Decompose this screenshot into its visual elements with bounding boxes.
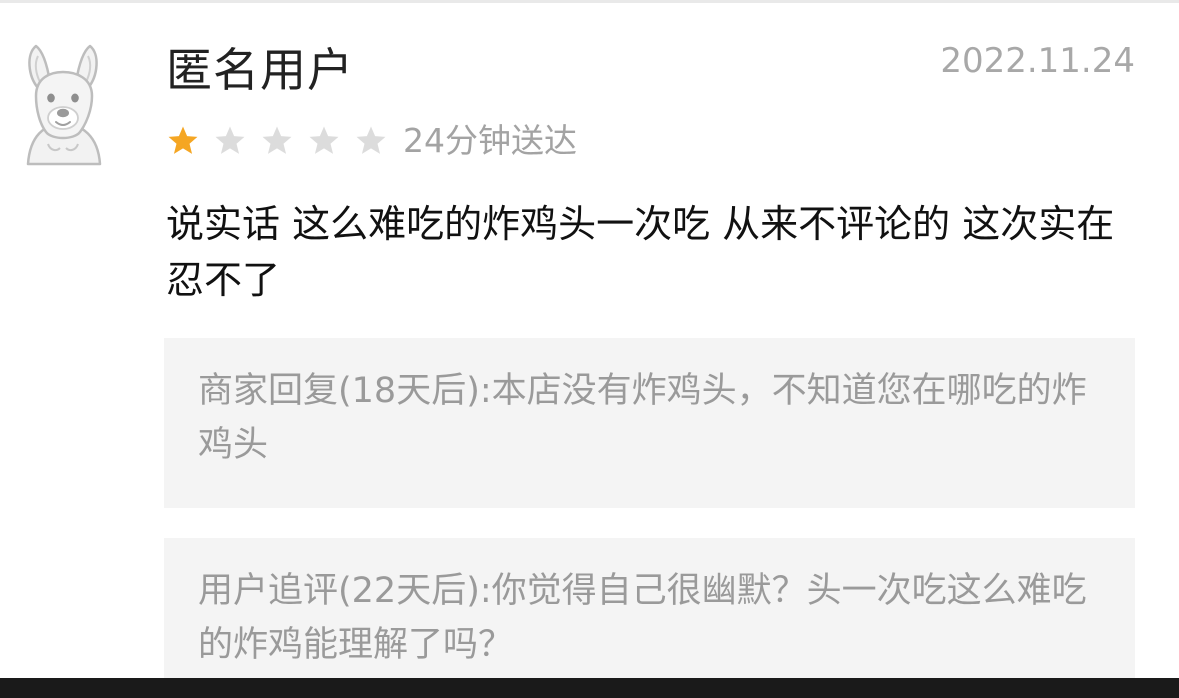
star-rating xyxy=(166,124,401,158)
star-filled-icon xyxy=(168,126,198,154)
star-empty-icon xyxy=(215,126,245,154)
review-text: 说实话 这么难吃的炸鸡头一次吃 从来不评论的 这次实在忍不了 xyxy=(166,202,1115,302)
star-empty-icon xyxy=(356,126,386,154)
merchant-reply-text: 商家回复(18天后):本店没有炸鸡头，不知道您在哪吃的炸鸡头 xyxy=(198,371,1087,465)
delivery-time: 24分钟送达 xyxy=(403,121,577,160)
bottom-bar xyxy=(0,678,1179,698)
username[interactable]: 匿名用户 xyxy=(166,42,354,98)
followup-review-box: 用户追评(22天后):你觉得自己很幽默？头一次吃这么难吃的炸鸡能理解了吗？ xyxy=(164,538,1135,678)
followup-review-text: 用户追评(22天后):你觉得自己很幽默？头一次吃这么难吃的炸鸡能理解了吗？ xyxy=(198,571,1087,665)
star-empty-icon xyxy=(309,126,339,154)
rating-row: 24分钟送达 xyxy=(166,118,577,164)
merchant-reply-box: 商家回复(18天后):本店没有炸鸡头，不知道您在哪吃的炸鸡头 xyxy=(164,338,1135,508)
divider xyxy=(0,0,1179,3)
star-empty-icon xyxy=(262,126,292,154)
kangaroo-avatar-icon xyxy=(26,44,102,166)
review-date: 2022.11.24 xyxy=(940,41,1135,81)
review-card: 匿名用户 2022.11.24 24分钟送达 说实话 这么难吃的炸鸡头一次吃 从… xyxy=(0,0,1179,678)
avatar[interactable] xyxy=(14,40,114,166)
